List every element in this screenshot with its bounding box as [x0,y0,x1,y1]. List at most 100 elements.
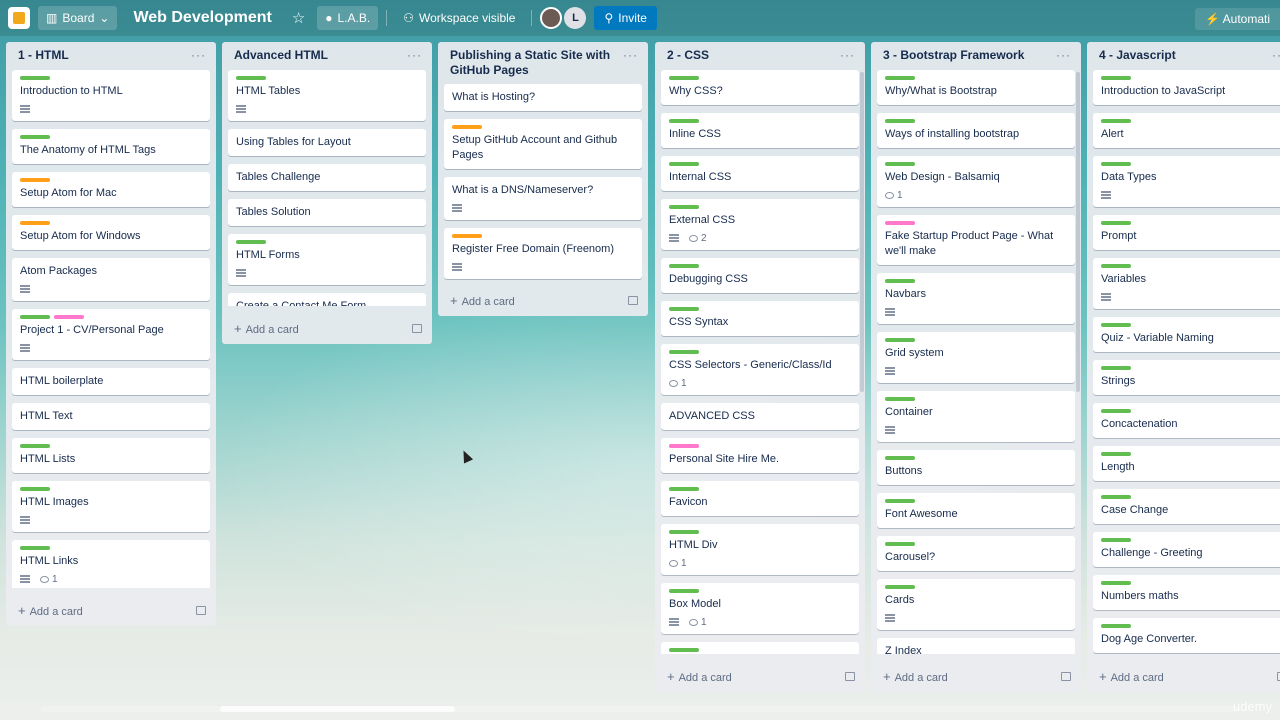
visibility-button[interactable]: ⚇ Workspace visible [395,6,523,30]
card[interactable]: Create a Contact Me Form [228,293,426,306]
list-scrollbar[interactable] [860,72,864,392]
card[interactable]: Grid system [877,332,1075,383]
card[interactable]: Navbars [877,273,1075,324]
card[interactable]: Z Index [877,638,1075,654]
card[interactable]: Challenge - Greeting [1093,532,1280,567]
card[interactable]: External CSS 2 [661,199,859,250]
more-icon[interactable]: ··· [623,48,640,62]
card[interactable]: HTML boilerplate [12,368,210,395]
card[interactable]: What is Hosting? [444,84,642,111]
card[interactable]: Variables [1093,258,1280,309]
card[interactable]: HTML Div 1 [661,524,859,575]
card-template-icon[interactable] [412,324,422,333]
member-avatar[interactable] [540,7,563,29]
card[interactable]: HTML Span Display block vs. inline + non… [661,642,859,654]
card[interactable]: HTML Lists [12,438,210,473]
list[interactable]: 2 - CSS ··· Why CSS? Inline CSS Internal CSS… [655,42,865,692]
card-template-icon[interactable] [1061,672,1071,681]
card[interactable]: Prompt [1093,215,1280,250]
card[interactable]: HTML Forms [228,234,426,285]
card[interactable]: Setup Atom for Mac [12,172,210,207]
list[interactable]: 3 - Bootstrap Framework ··· Why/What is Bo… [871,42,1081,692]
add-card-button[interactable]: + Add a card [877,663,1075,692]
card[interactable]: The Anatomy of HTML Tags [12,129,210,164]
card[interactable]: Register Free Domain (Freenom) [444,228,642,279]
scrollbar-thumb[interactable] [220,706,455,712]
card[interactable]: What is a DNS/Nameserver? [444,177,642,220]
card[interactable]: Web Design - Balsamiq 1 [877,156,1075,207]
card[interactable]: HTML Tables [228,70,426,121]
card[interactable]: Strings [1093,360,1280,395]
more-icon[interactable]: ··· [840,48,857,62]
card[interactable]: Concactenation [1093,403,1280,438]
card[interactable]: CSS Selectors - Generic/Class/Id 1 [661,344,859,395]
list[interactable]: Publishing a Static Site with GitHub Pag… [438,42,648,316]
card[interactable]: Cards [877,579,1075,630]
list-title[interactable]: 3 - Bootstrap Framework [883,48,1024,63]
card[interactable]: Personal Site Hire Me. [661,438,859,473]
card[interactable]: Project 1 - CV/Personal Page [12,309,210,360]
card[interactable]: Internal CSS [661,156,859,191]
card[interactable]: Introduction to JavaScript [1093,70,1280,105]
more-icon[interactable]: ··· [1056,48,1073,62]
card[interactable]: Setup GitHub Account and Github Pages [444,119,642,169]
list[interactable]: 1 - HTML ··· Introduction to HTML The Anato… [6,42,216,626]
card[interactable]: Favicon [661,481,859,516]
card-template-icon[interactable] [628,296,638,305]
list-title[interactable]: 2 - CSS [667,48,709,63]
card[interactable]: Tables Challenge [228,164,426,191]
card[interactable]: Alert [1093,113,1280,148]
card[interactable]: Length [1093,446,1280,481]
card[interactable]: Using Tables for Layout [228,129,426,156]
card[interactable]: Carousel? [877,536,1075,571]
list[interactable]: 4 - Javascript ··· Introduction to JavaScr… [1087,42,1280,692]
card[interactable]: Inline CSS [661,113,859,148]
add-card-button[interactable]: + Add a card [228,315,426,344]
list-title[interactable]: Advanced HTML [234,48,328,63]
card[interactable]: Why CSS? [661,70,859,105]
card[interactable]: Atom Packages [12,258,210,301]
card[interactable]: Tables Solution [228,199,426,226]
card-template-icon[interactable] [196,606,206,615]
card[interactable]: Setup Atom for Windows [12,215,210,250]
more-icon[interactable]: ··· [191,48,208,62]
list-title[interactable]: 4 - Javascript [1099,48,1176,63]
add-card-button[interactable]: + Add a card [12,597,210,626]
list[interactable]: Advanced HTML ··· HTML Tables Using Tables … [222,42,432,344]
list-title[interactable]: 1 - HTML [18,48,69,63]
card[interactable]: Ways of installing bootstrap [877,113,1075,148]
card[interactable]: HTML Links 1 [12,540,210,588]
add-card-button[interactable]: + Add a card [661,663,859,692]
card[interactable]: Box Model 1 [661,583,859,634]
automation-button[interactable]: ⚡ Automati [1195,8,1280,30]
add-card-button[interactable]: + Add a card [444,287,642,316]
add-card-button[interactable]: + Add a card [1093,663,1280,692]
card[interactable]: Font Awesome [877,493,1075,528]
card[interactable]: Debugging CSS [661,258,859,293]
card[interactable]: ADVANCED CSS [661,403,859,430]
invite-button[interactable]: ⚲ Invite [594,6,657,30]
card[interactable]: HTML Text [12,403,210,430]
card-template-icon[interactable] [845,672,855,681]
card[interactable]: Fake Startup Product Page - What we'll m… [877,215,1075,265]
card[interactable]: Data Types [1093,156,1280,207]
card[interactable]: Why/What is Bootstrap [877,70,1075,105]
horizontal-scrollbar[interactable] [40,706,1240,712]
card[interactable]: CSS Syntax [661,301,859,336]
board-view-switcher[interactable]: ▥ Board ⌄ [38,6,118,30]
card[interactable]: Numbers maths [1093,575,1280,610]
card[interactable]: Buttons [877,450,1075,485]
card[interactable]: HTML Images [12,481,210,532]
trello-logo-icon[interactable] [8,7,30,29]
list-scrollbar[interactable] [1076,72,1080,392]
card[interactable]: Dog Age Converter. [1093,618,1280,653]
list-title[interactable]: Publishing a Static Site with GitHub Pag… [450,48,623,78]
star-icon[interactable]: ☆ [288,9,309,27]
member-avatar-initial[interactable]: L [564,7,587,29]
card[interactable]: Introduction to HTML [12,70,210,121]
more-icon[interactable]: ··· [407,48,424,62]
board-title[interactable]: Web Development [125,9,279,27]
more-icon[interactable]: ··· [1272,48,1280,62]
card[interactable]: Container [877,391,1075,442]
workspace-button[interactable]: ● L.A.B. [317,6,379,30]
